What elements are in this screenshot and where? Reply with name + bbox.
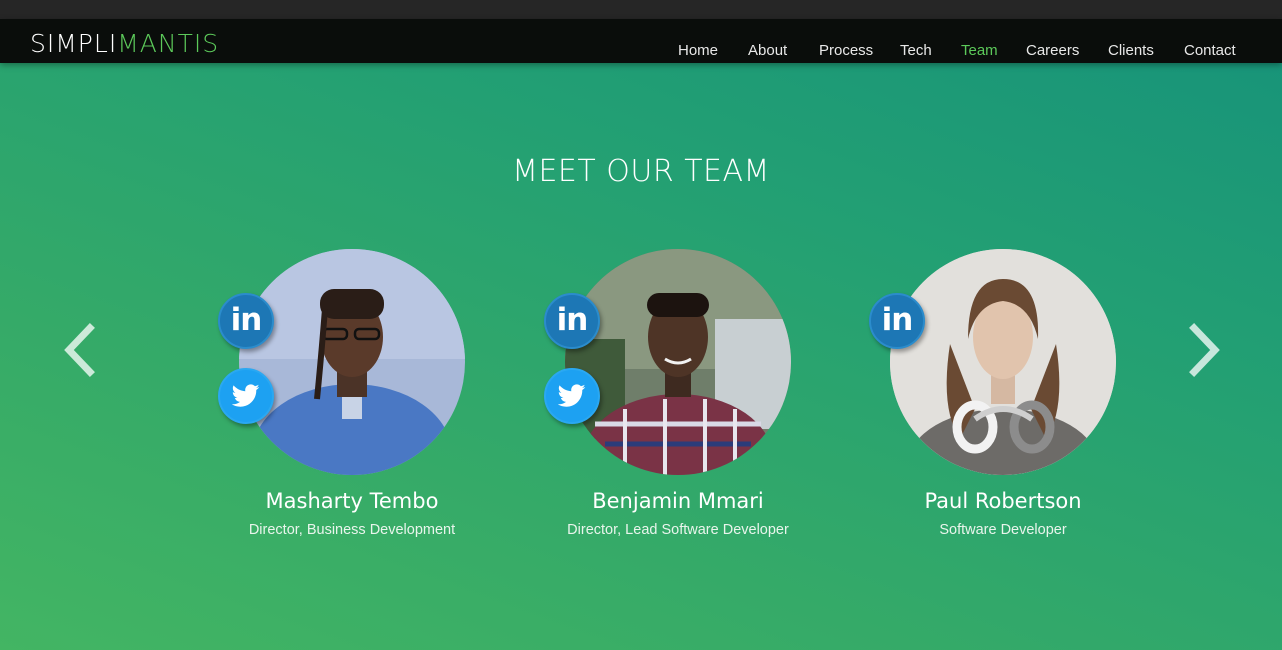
carousel-next-button[interactable] [1184,322,1224,378]
member-role: Software Developer [939,522,1067,538]
top-strip [0,0,1282,19]
twitter-icon [232,384,260,407]
team-member-card: in Benjamin Mmari Director, Lead Softwar… [515,249,841,559]
linkedin-icon: in [881,302,914,338]
carousel-prev-button[interactable] [60,322,100,378]
member-photo [239,249,465,475]
member-role: Director, Lead Software Developer [567,522,789,538]
nav-item-home[interactable]: Home [678,39,718,63]
twitter-button[interactable] [218,368,274,424]
nav-item-process[interactable]: Process [819,39,873,63]
linkedin-button[interactable]: in [544,293,600,349]
twitter-icon [558,384,586,407]
chevron-right-icon [1189,323,1220,377]
member-name: Benjamin Mmari [592,489,764,513]
member-photo [565,249,791,475]
member-name: Paul Robertson [924,489,1082,513]
nav-item-clients[interactable]: Clients [1108,39,1154,63]
chevron-left-icon [64,323,95,377]
linkedin-icon: in [556,302,589,338]
nav-item-tech[interactable]: Tech [900,39,932,63]
linkedin-icon: in [230,302,263,338]
section-title: MEET OUR TEAM [512,154,770,189]
member-photo [890,249,1116,475]
nav-item-about[interactable]: About [748,39,787,63]
twitter-button[interactable] [544,368,600,424]
linkedin-button[interactable]: in [869,293,925,349]
navbar: SIMPLIMANTIS Home About Process Tech Tea… [0,19,1282,63]
nav-item-careers[interactable]: Careers [1026,39,1079,63]
nav-item-team[interactable]: Team [961,39,998,63]
member-role: Director, Business Development [248,522,456,538]
team-member-card: in Paul Robertson Software Developer [840,249,1166,559]
linkedin-button[interactable]: in [218,293,274,349]
nav-item-contact[interactable]: Contact [1184,39,1236,63]
main-nav: Home About Process Tech Team Careers Cli… [0,39,1282,63]
member-name: Masharty Tembo [265,489,439,513]
team-member-card: in Masharty Tembo Director, Business Dev… [189,249,515,559]
